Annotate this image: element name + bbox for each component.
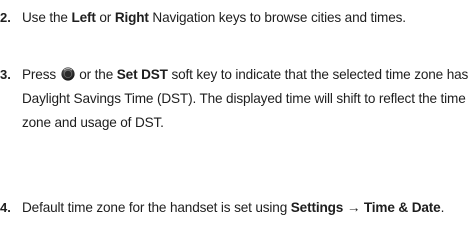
left-key-label: Left [71, 10, 96, 25]
settings-path-label: Settings → Time & Date [290, 200, 441, 215]
step-text: Press or the Set DST soft key to indicat… [22, 67, 469, 130]
set-dst-key-label: Set DST [116, 67, 168, 82]
step-number: 4. [0, 200, 11, 215]
step-number: 3. [0, 67, 11, 82]
step-number: 2. [0, 10, 11, 25]
right-key-label: Right [114, 10, 149, 25]
step-text: Use the Left or Right Navigation keys to… [22, 10, 406, 25]
step-text: Default time zone for the handset is set… [22, 200, 445, 215]
ok-key-icon [61, 67, 75, 81]
